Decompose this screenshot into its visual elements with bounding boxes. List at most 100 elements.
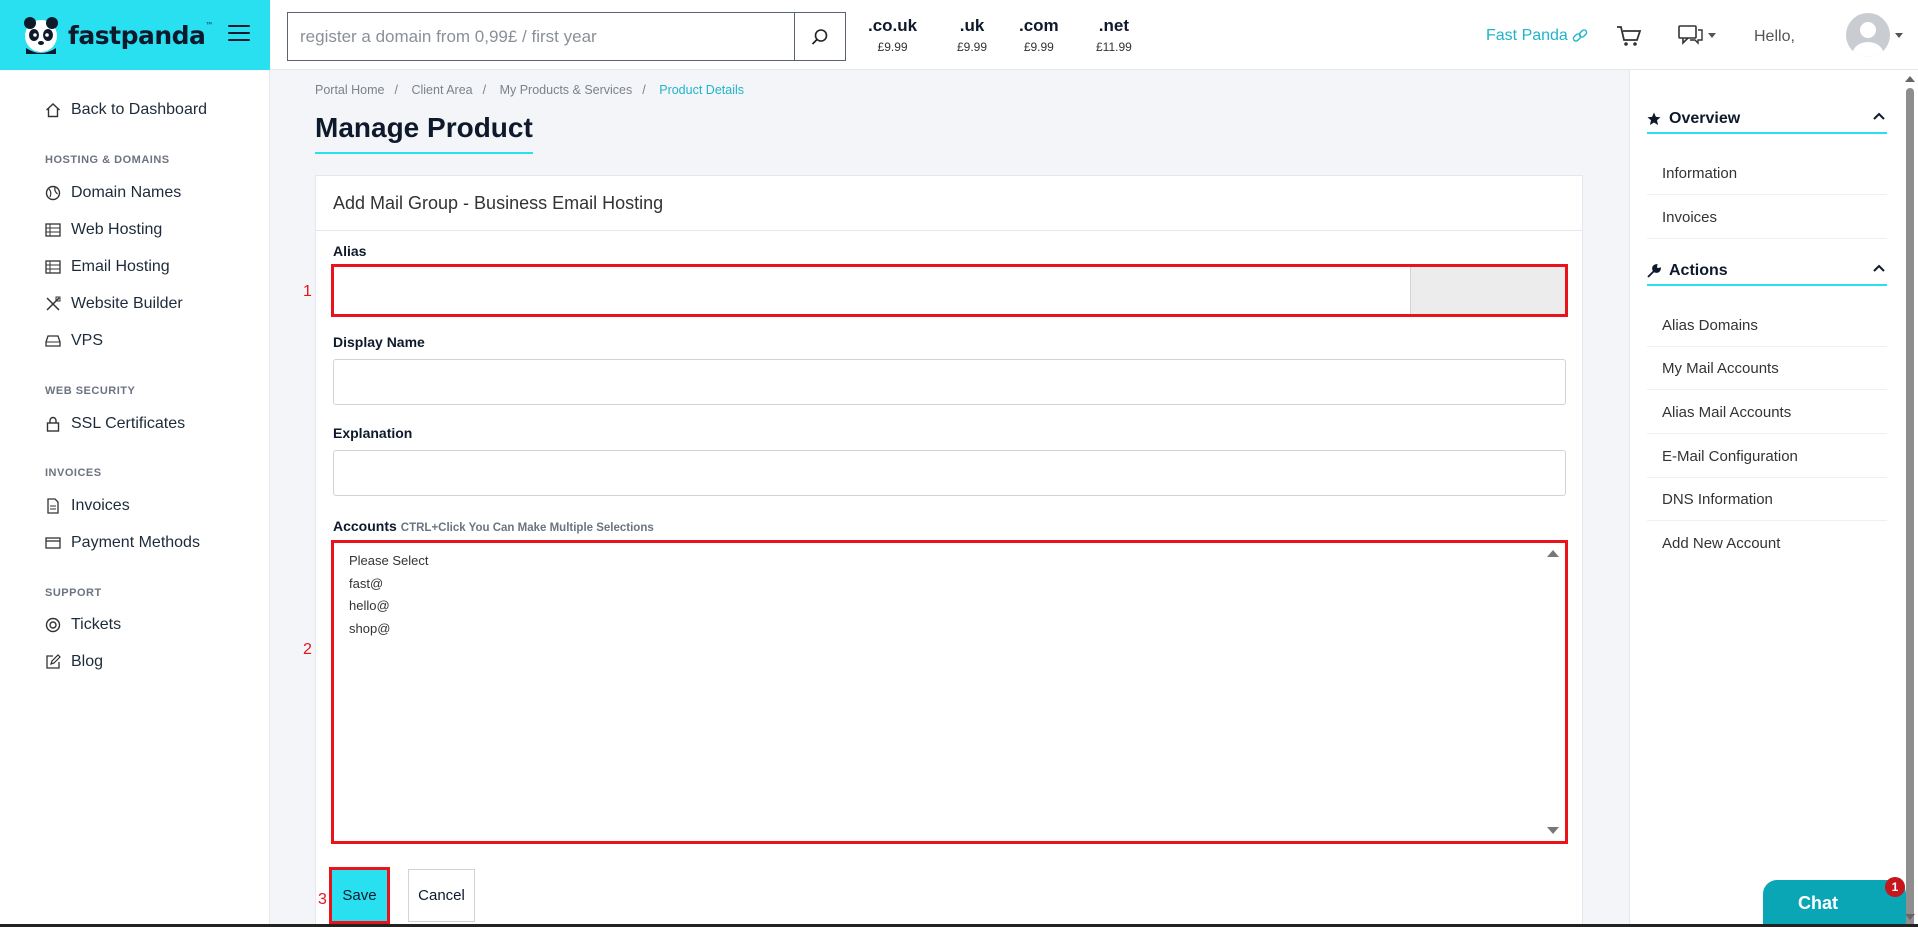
sidebar-item-label: VPS — [71, 332, 104, 349]
top-bar: fastpanda™ .co.uk£9.99 .uk£9.99 .com£9.9… — [0, 0, 1918, 70]
sidebar-heading-invoices: INVOICES — [45, 467, 102, 479]
explanation-label: Explanation — [333, 425, 413, 441]
accounts-label: Accounts CTRL+Click You Can Make Multiple… — [333, 518, 654, 534]
actions-header[interactable]: Actions — [1647, 258, 1887, 286]
sidebar-item-label: Email Hosting — [71, 258, 170, 275]
overview-item-invoices[interactable]: Invoices — [1647, 196, 1887, 239]
account-option[interactable]: shop@ — [334, 618, 1565, 641]
sidebar-item-invoices[interactable]: Invoices — [45, 497, 130, 515]
cancel-button[interactable]: Cancel — [408, 869, 475, 922]
marker-1: 1 — [303, 283, 312, 300]
sidebar-item-back-to-dashboard[interactable]: Back to Dashboard — [45, 101, 207, 119]
search-icon — [811, 28, 828, 45]
action-item-alias-domains[interactable]: Alias Domains — [1647, 304, 1887, 347]
alias-label: Alias — [333, 243, 367, 259]
sidebar-item-email-hosting[interactable]: Email Hosting — [45, 258, 170, 276]
sidebar-item-payment-methods[interactable]: Payment Methods — [45, 534, 200, 552]
action-item-my-mail-accounts[interactable]: My Mail Accounts — [1647, 347, 1887, 390]
tld-com[interactable]: .com £9.99 — [1019, 16, 1059, 54]
sidebar-item-label: Payment Methods — [71, 534, 200, 551]
account-option[interactable]: Please Select — [334, 550, 1565, 573]
display-name-field[interactable] — [333, 359, 1566, 405]
breadcrumb-my-products[interactable]: My Products & Services — [500, 83, 633, 97]
messages-dropdown[interactable] — [1678, 24, 1716, 46]
sidebar-item-label: Invoices — [71, 497, 130, 514]
sidebar-heading-web-security: WEB SECURITY — [45, 385, 136, 397]
marker-3: 3 — [318, 891, 327, 908]
sidebar-item-label: Web Hosting — [71, 221, 163, 238]
brand-bar: fastpanda™ — [0, 0, 270, 70]
server-list-icon — [45, 259, 61, 275]
menu-toggle-icon[interactable] — [228, 25, 250, 43]
action-item-add-new-account[interactable]: Add New Account — [1647, 522, 1887, 565]
cart-icon[interactable] — [1616, 24, 1642, 53]
alias-input-group — [331, 264, 1568, 317]
tld-uk[interactable]: .uk £9.99 — [957, 16, 987, 54]
marker-2: 2 — [303, 641, 312, 658]
panda-logo-icon — [24, 17, 58, 54]
user-menu-chevron-icon[interactable] — [1895, 33, 1903, 38]
sidebar-item-tickets[interactable]: Tickets — [45, 616, 121, 634]
user-icon — [1853, 22, 1883, 57]
chevron-up-icon — [1873, 264, 1885, 272]
sidebar-item-web-hosting[interactable]: Web Hosting — [45, 221, 162, 239]
sidebar-item-label: Domain Names — [71, 184, 182, 201]
edit-icon — [45, 654, 61, 670]
lock-icon — [45, 416, 61, 432]
server-list-icon — [45, 222, 61, 238]
action-item-alias-mail-accounts[interactable]: Alias Mail Accounts — [1647, 391, 1887, 434]
scroll-down-arrow-icon[interactable] — [1905, 914, 1915, 920]
page-title: Manage Product — [315, 112, 533, 154]
search-button[interactable] — [794, 13, 845, 60]
star-icon — [1647, 112, 1661, 126]
alias-input[interactable] — [334, 267, 1410, 314]
sidebar-item-label: Back to Dashboard — [71, 101, 208, 118]
sidebar-item-label: Blog — [71, 653, 104, 670]
action-item-email-configuration[interactable]: E-Mail Configuration — [1647, 435, 1887, 478]
scroll-down-arrow-icon[interactable] — [1547, 827, 1559, 834]
display-name-label: Display Name — [333, 334, 425, 350]
account-option[interactable]: fast@ — [334, 573, 1565, 596]
domain-search-input[interactable] — [288, 13, 794, 60]
logo-text[interactable]: fastpanda™ — [68, 21, 213, 50]
chat-bubbles-icon — [1678, 25, 1703, 45]
sidebar-heading-hosting: HOSTING & DOMAINS — [45, 154, 170, 166]
breadcrumb-client-area[interactable]: Client Area — [411, 83, 472, 97]
sidebar-item-ssl-certificates[interactable]: SSL Certificates — [45, 415, 185, 433]
overview-header[interactable]: Overview — [1647, 106, 1887, 134]
chat-unread-badge: 1 — [1885, 877, 1905, 897]
save-button[interactable]: Save — [329, 867, 390, 924]
account-option[interactable]: hello@ — [334, 595, 1565, 618]
sidebar-item-blog[interactable]: Blog — [45, 653, 103, 671]
sidebar-item-label: Tickets — [71, 616, 122, 633]
home-icon — [45, 102, 61, 118]
sidebar-item-vps[interactable]: VPS — [45, 332, 103, 350]
scrollbar-thumb[interactable] — [1906, 88, 1914, 927]
accounts-hint: CTRL+Click You Can Make Multiple Selecti… — [400, 522, 654, 534]
scroll-up-arrow-icon[interactable] — [1905, 76, 1915, 82]
sidebar-item-label: Website Builder — [71, 295, 183, 312]
greeting: Hello, — [1754, 28, 1795, 45]
accounts-multiselect[interactable]: Please Select fast@ hello@ shop@ — [331, 540, 1568, 844]
alias-domain-addon — [1410, 267, 1565, 314]
tld-net[interactable]: .net £11.99 — [1096, 16, 1132, 54]
overview-item-information[interactable]: Information — [1647, 152, 1887, 195]
card-title: Add Mail Group - Business Email Hosting — [316, 176, 1582, 231]
life-ring-icon — [45, 617, 61, 633]
scroll-up-arrow-icon[interactable] — [1547, 550, 1559, 557]
action-item-dns-information[interactable]: DNS Information — [1647, 478, 1887, 521]
sidebar-item-label: SSL Certificates — [71, 415, 186, 432]
domain-search — [287, 12, 846, 61]
credit-card-icon — [45, 535, 61, 551]
link-icon — [1572, 29, 1588, 42]
explanation-field[interactable] — [333, 450, 1566, 496]
fast-panda-link[interactable]: Fast Panda — [1486, 27, 1588, 45]
sidebar-item-domain-names[interactable]: Domain Names — [45, 184, 181, 202]
page-scrollbar[interactable] — [1903, 76, 1917, 927]
tld-co-uk[interactable]: .co.uk £9.99 — [868, 16, 917, 54]
hard-drive-icon — [45, 333, 61, 349]
avatar[interactable] — [1846, 13, 1890, 57]
sidebar-item-website-builder[interactable]: Website Builder — [45, 295, 183, 313]
breadcrumb: Portal Home / Client Area / My Products & … — [315, 83, 744, 97]
breadcrumb-portal-home[interactable]: Portal Home — [315, 83, 384, 97]
